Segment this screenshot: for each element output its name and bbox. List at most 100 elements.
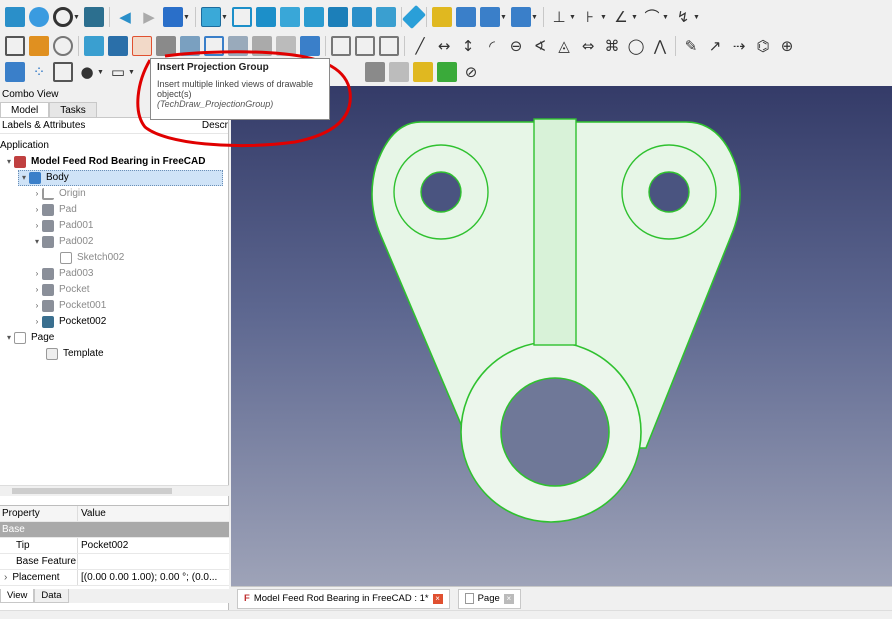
tab-model[interactable]: Model: [0, 102, 50, 117]
top-view-icon[interactable]: [280, 7, 300, 27]
toggle-frame-icon[interactable]: [437, 62, 457, 82]
tree-item-body[interactable]: ▾ Body: [18, 170, 223, 186]
vertical-dimension-icon[interactable]: ↕: [458, 36, 478, 56]
expand-arrow-icon[interactable]: ▾: [32, 234, 42, 250]
tree-item-pad003[interactable]: › Pad003: [32, 266, 93, 282]
link-dimension-icon[interactable]: ⌘: [602, 36, 622, 56]
no-draw-style-icon[interactable]: [53, 7, 73, 27]
tree-item-pad002[interactable]: ▾ Pad002: [32, 234, 93, 250]
new-page-icon[interactable]: [5, 36, 25, 56]
chamfer-icon[interactable]: ↯: [673, 7, 693, 27]
expand-arrow-icon[interactable]: ›: [32, 282, 42, 298]
face-hatch-icon[interactable]: [389, 62, 409, 82]
group-icon[interactable]: [456, 7, 476, 27]
balloon-icon[interactable]: ◯: [626, 36, 646, 56]
tree-item-document[interactable]: ▾ Model Feed Rod Bearing in FreeCAD: [4, 154, 205, 170]
tree-item-pocket001[interactable]: › Pocket001: [32, 298, 106, 314]
arc-dimension-icon[interactable]: ⌒: [642, 7, 662, 27]
3d-viewport[interactable]: [231, 86, 892, 586]
forward-arrow-icon[interactable]: ▶: [139, 7, 159, 27]
expand-arrow-icon[interactable]: ▾: [4, 330, 14, 346]
property-value[interactable]: Pocket002: [78, 538, 229, 553]
angle-icon[interactable]: ∢: [530, 36, 550, 56]
open-page-icon[interactable]: [29, 36, 49, 56]
dimension-horizontal-icon[interactable]: ⊥: [549, 7, 569, 27]
zoom-select-icon[interactable]: [201, 7, 221, 27]
tab-data[interactable]: Data: [34, 589, 69, 603]
horizontal-dimension-icon[interactable]: ↔: [434, 36, 454, 56]
scrollbar-thumb[interactable]: [12, 488, 172, 494]
center-rib[interactable]: [533, 118, 577, 346]
angle3pt-icon[interactable]: ◬: [554, 36, 574, 56]
link-actions-icon[interactable]: [511, 7, 531, 27]
insert-view-icon[interactable]: [84, 36, 104, 56]
expand-arrow-icon[interactable]: ›: [4, 572, 7, 583]
expand-arrow-icon[interactable]: ›: [32, 266, 42, 282]
tree-item-template[interactable]: Template: [46, 346, 104, 362]
property-value[interactable]: [78, 554, 229, 569]
rich-annotation-icon[interactable]: ⇢: [729, 36, 749, 56]
vertex-icon[interactable]: ⁘: [29, 62, 49, 82]
back-arrow-icon[interactable]: ◀: [115, 7, 135, 27]
stereo-icon[interactable]: [84, 7, 104, 27]
export-icon[interactable]: [379, 36, 399, 56]
image-insert-icon[interactable]: [413, 62, 433, 82]
fit-all-icon[interactable]: [5, 7, 25, 27]
extent-icon[interactable]: ⇔: [578, 36, 598, 56]
length-dimension-icon[interactable]: ╱: [410, 36, 430, 56]
link-icon[interactable]: [480, 7, 500, 27]
expand-arrow-icon[interactable]: ›: [32, 202, 42, 218]
line-style-icon[interactable]: ●: [77, 62, 97, 82]
landmark-icon[interactable]: ⋀: [650, 36, 670, 56]
dimension-vertical-icon[interactable]: ⊦: [580, 7, 600, 27]
text-annotation-icon[interactable]: [5, 62, 25, 82]
expand-arrow-icon[interactable]: ›: [32, 314, 42, 330]
angle-dimension-icon[interactable]: ∠: [611, 7, 631, 27]
property-row-placement[interactable]: › Placement [(0.00 0.00 1.00); 0.00 °; (0.…: [0, 570, 229, 586]
expand-arrow-icon[interactable]: ▾: [4, 154, 14, 170]
close-icon[interactable]: ×: [432, 593, 443, 604]
hatch-icon[interactable]: [53, 62, 73, 82]
tree-item-pocket[interactable]: › Pocket: [32, 282, 90, 298]
tab-page-document[interactable]: Page ×: [457, 588, 521, 609]
measure-distance-icon[interactable]: [401, 4, 427, 30]
tree-item-pocket002[interactable]: › Pocket002: [32, 314, 106, 330]
close-icon[interactable]: ×: [503, 593, 514, 604]
expand-arrow-icon[interactable]: ▾: [19, 170, 29, 186]
hole-callout-icon[interactable]: ⊕: [777, 36, 797, 56]
leader-icon[interactable]: ↗: [705, 36, 725, 56]
expand-arrow-icon[interactable]: ›: [32, 218, 42, 234]
tab-tasks[interactable]: Tasks: [49, 102, 97, 117]
tab-view[interactable]: View: [0, 589, 35, 603]
zoom-icon[interactable]: [29, 7, 49, 27]
tree-item-page[interactable]: ▾ Page: [4, 330, 54, 346]
cancel-icon[interactable]: ⊘: [461, 62, 481, 82]
part-icon[interactable]: [432, 7, 452, 27]
left-view-icon[interactable]: [376, 7, 396, 27]
bookmark-view-icon[interactable]: [163, 7, 183, 27]
horizontal-scrollbar[interactable]: [0, 485, 229, 496]
weld-symbol-icon[interactable]: ⌬: [753, 36, 773, 56]
header-labels[interactable]: Labels & Attributes: [2, 118, 85, 133]
expand-arrow-icon[interactable]: ›: [32, 298, 42, 314]
tab-model-document[interactable]: F Model Feed Rod Bearing in FreeCAD : 1*…: [237, 588, 450, 609]
expand-arrow-icon[interactable]: ›: [32, 186, 42, 202]
tree-item-pad[interactable]: › Pad: [32, 202, 77, 218]
tree-item-sketch002[interactable]: Sketch002: [60, 250, 124, 266]
front-view-icon[interactable]: [256, 7, 276, 27]
right-hole[interactable]: [648, 171, 690, 213]
property-row-base-feature[interactable]: Base Feature: [0, 554, 229, 570]
diameter-dimension-icon[interactable]: ⊖: [506, 36, 526, 56]
property-row-tip[interactable]: Tip Pocket002: [0, 538, 229, 554]
tree-item-origin[interactable]: › Origin: [32, 186, 86, 202]
annotation-icon[interactable]: ✎: [681, 36, 701, 56]
isometric-view-icon[interactable]: [232, 7, 252, 27]
property-value[interactable]: [(0.00 0.00 1.00); 0.00 °; (0.0...: [78, 570, 229, 585]
tree-item-pad001[interactable]: › Pad001: [32, 218, 93, 234]
bearing-bore[interactable]: [500, 377, 610, 487]
right-view-icon[interactable]: [304, 7, 324, 27]
left-hole[interactable]: [420, 171, 462, 213]
geom-hatch-icon[interactable]: [365, 62, 385, 82]
rear-view-icon[interactable]: [328, 7, 348, 27]
redraw-icon[interactable]: [53, 36, 73, 56]
